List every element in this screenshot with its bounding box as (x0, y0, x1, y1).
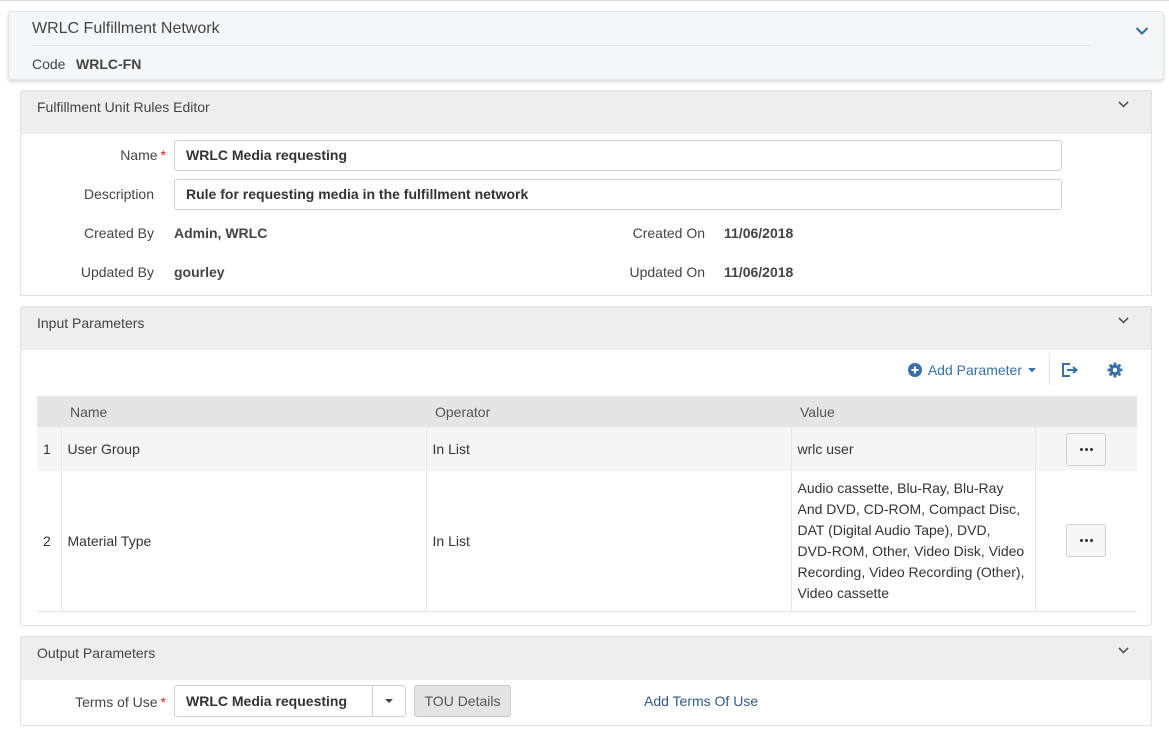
add-terms-of-use-link[interactable]: Add Terms Of Use (644, 693, 758, 709)
code-value: WRLC-FN (76, 56, 142, 72)
param-name: User Group (60, 427, 426, 471)
description-label: Description (83, 186, 154, 202)
column-header-value[interactable]: Value (791, 396, 1035, 427)
row-actions-cell (1034, 471, 1137, 612)
chevron-down-icon[interactable] (1118, 647, 1129, 654)
param-value: Audio cassette, Blu-Ray, Blu-Ray And DVD… (790, 471, 1035, 612)
rules-editor-section: Fulfillment Unit Rules Editor Name * WRLC… (20, 90, 1152, 296)
output-parameters-title: Output Parameters (37, 645, 156, 661)
terms-of-use-select[interactable]: WRLC Media requesting (174, 685, 406, 717)
column-header-actions (1035, 396, 1137, 427)
row-actions-button[interactable] (1066, 524, 1107, 558)
chevron-down-icon[interactable] (1118, 101, 1129, 108)
column-header-name[interactable]: Name (61, 396, 426, 427)
output-parameters-header[interactable]: Output Parameters (21, 637, 1151, 680)
table-row[interactable]: 1 User Group In List wrlc user (37, 427, 1137, 471)
created-by-value: Admin, WRLC (174, 225, 268, 241)
header-divider (32, 45, 1090, 46)
network-title: WRLC Fulfillment Network (32, 20, 220, 37)
more-icon (1079, 539, 1093, 543)
select-divider (372, 686, 373, 716)
terms-of-use-label-text: Terms of Use (75, 694, 158, 710)
column-header-operator[interactable]: Operator (426, 396, 791, 427)
gear-icon[interactable] (1107, 362, 1123, 378)
terms-of-use-selected: WRLC Media requesting (186, 693, 348, 709)
updated-by-label: Updated By (80, 264, 154, 280)
row-number: 1 (37, 427, 61, 471)
param-value: wrlc user (790, 427, 1035, 471)
created-by-label: Created By (83, 225, 154, 241)
row-number: 2 (37, 471, 61, 612)
row-actions-button[interactable] (1066, 432, 1107, 466)
export-icon[interactable] (1061, 362, 1079, 378)
input-parameters-section: Input Parameters Add Parameter Name Oper… (20, 306, 1152, 626)
code-label: Code (32, 56, 66, 72)
more-icon (1079, 447, 1093, 451)
add-parameter-label: Add Parameter (927, 362, 1022, 378)
top-divider (0, 0, 1169, 1)
tou-details-button[interactable]: TOU Details (414, 685, 511, 717)
chevron-down-icon[interactable] (1135, 26, 1149, 36)
name-label: Name * (61, 147, 166, 163)
created-on-value: 11/06/2018 (724, 225, 794, 241)
rules-editor-header[interactable]: Fulfillment Unit Rules Editor (21, 91, 1151, 134)
table-header-row: Name Operator Value (37, 396, 1137, 427)
toolbar-divider (1049, 354, 1050, 386)
chevron-down-icon[interactable] (1118, 317, 1129, 324)
plus-circle-icon (907, 363, 922, 377)
created-on-label: Created On (632, 225, 705, 241)
param-operator: In List (425, 427, 791, 471)
updated-on-label: Updated On (629, 264, 706, 280)
terms-of-use-label: Terms of Use * (41, 694, 166, 710)
input-parameters-header[interactable]: Input Parameters (21, 307, 1151, 350)
output-parameters-section: Output Parameters Terms of Use * WRLC Med… (20, 636, 1152, 726)
param-name: Material Type (60, 471, 426, 612)
required-mark: * (160, 694, 166, 710)
add-parameter-button[interactable]: Add Parameter (907, 362, 1036, 378)
rules-editor-title: Fulfillment Unit Rules Editor (37, 99, 210, 115)
column-header-index (37, 396, 61, 427)
table-row[interactable]: 2 Material Type In List Audio cassette, … (37, 471, 1137, 612)
caret-down-icon (1028, 367, 1036, 372)
row-actions-cell (1034, 427, 1137, 471)
param-operator: In List (425, 471, 791, 612)
updated-on-value: 11/06/2018 (724, 264, 794, 280)
name-label-text: Name (120, 147, 158, 163)
network-header-card: WRLC Fulfillment Network Code WRLC-FN (8, 11, 1164, 80)
updated-by-value: gourley (174, 264, 225, 280)
required-mark: * (160, 147, 166, 163)
caret-down-icon (385, 699, 393, 703)
parameters-table: Name Operator Value 1 User Group In List… (37, 396, 1137, 612)
name-input[interactable]: WRLC Media requesting (174, 140, 1062, 171)
input-parameters-title: Input Parameters (37, 315, 145, 331)
description-input[interactable]: Rule for requesting media in the fulfill… (174, 179, 1062, 210)
